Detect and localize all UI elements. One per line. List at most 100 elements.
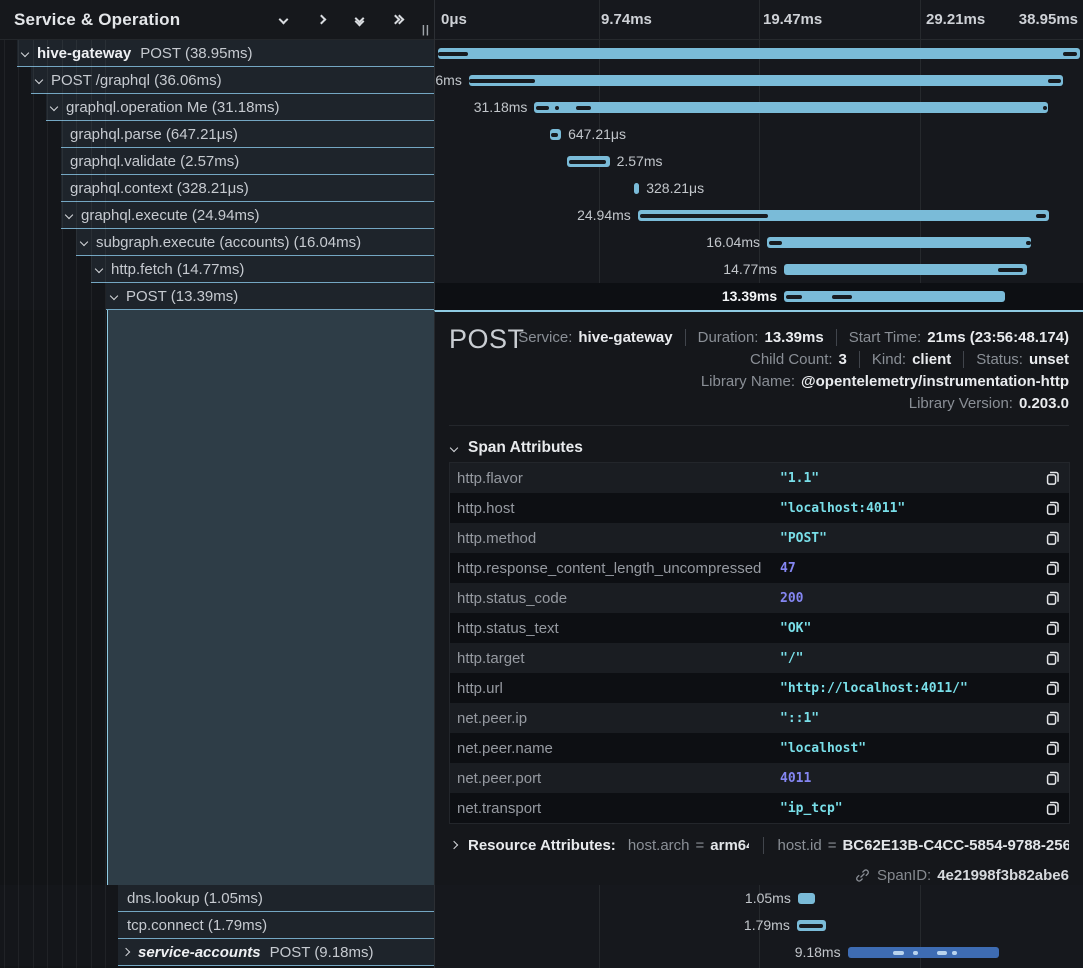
span-duration-bar[interactable]: [634, 183, 639, 194]
span-duration-bar[interactable]: [534, 102, 1048, 113]
chevron-down-icon[interactable]: [65, 211, 73, 219]
attribute-key: net.peer.port: [450, 770, 541, 787]
span-duration-bar[interactable]: [638, 210, 1049, 221]
chevron-down-icon[interactable]: [80, 238, 88, 246]
panel-resizer-handle[interactable]: ||: [422, 24, 430, 36]
meta-value: 21ms (23:56:48.174): [927, 329, 1069, 346]
chevron-down-icon[interactable]: [21, 49, 29, 57]
span-tree-row[interactable]: subgraph.execute (accounts) (16.04ms): [0, 229, 434, 256]
span-duration-bar[interactable]: [797, 920, 827, 931]
waterfall-row[interactable]: 647.21μs: [435, 121, 1083, 148]
meta-label: Duration:: [698, 329, 759, 346]
copy-value-icon[interactable]: [1044, 710, 1060, 726]
span-tree-row[interactable]: graphql.operation Me (31.18ms): [0, 94, 434, 121]
waterfall-row[interactable]: 9.18ms: [435, 939, 1083, 966]
span-tree-row[interactable]: dns.lookup (1.05ms): [0, 885, 434, 912]
double-chevron-down-icon[interactable]: [350, 11, 368, 29]
child-span-mark: [1063, 52, 1077, 56]
resource-attributes-toggle[interactable]: Resource Attributes: host.arch=arm64 hos…: [451, 833, 1069, 857]
span-tree-row-content: POST /graphql (36.06ms): [31, 67, 434, 94]
span-duration-bar[interactable]: [438, 48, 1080, 59]
span-tree-row[interactable]: tcp.connect (1.79ms): [0, 912, 434, 939]
copy-value-icon[interactable]: [1044, 560, 1060, 576]
copy-value-icon[interactable]: [1044, 680, 1060, 696]
span-meta: Service:hive-gateway Duration:13.39ms St…: [518, 326, 1069, 414]
attribute-row: http.target"/": [450, 643, 1069, 673]
copy-value-icon[interactable]: [1044, 650, 1060, 666]
resource-key: host.arch: [628, 837, 690, 854]
service-name: service-accounts: [138, 944, 261, 961]
copy-value-icon[interactable]: [1044, 620, 1060, 636]
span-id-value: 4e21998f3b82abe6: [937, 867, 1069, 884]
child-span-mark: [786, 295, 802, 299]
span-tree-row[interactable]: graphql.validate (2.57ms): [0, 148, 434, 175]
attribute-value: "OK": [780, 621, 811, 636]
copy-value-icon[interactable]: [1044, 530, 1060, 546]
span-tree-row-content: tcp.connect (1.79ms): [118, 912, 434, 939]
waterfall-row[interactable]: 36.06ms: [435, 67, 1083, 94]
waterfall-row[interactable]: 31.18ms: [435, 94, 1083, 121]
chevron-down-icon[interactable]: [110, 292, 118, 300]
span-tree-row[interactable]: service-accountsPOST (9.18ms): [0, 939, 434, 966]
span-tree-row-content: subgraph.execute (accounts) (16.04ms): [76, 229, 434, 256]
span-duration-bar[interactable]: [567, 156, 609, 167]
span-duration-bar[interactable]: [469, 75, 1063, 86]
span-duration-bar[interactable]: [784, 291, 1005, 302]
chevron-right-icon: [450, 841, 458, 849]
span-attributes-toggle[interactable]: Span Attributes: [451, 439, 583, 457]
span-tree-row[interactable]: POST /graphql (36.06ms): [0, 67, 434, 94]
attribute-key: http.target: [450, 650, 525, 667]
waterfall-row[interactable]: 16.04ms: [435, 229, 1083, 256]
attribute-row: http.flavor"1.1": [450, 463, 1069, 493]
waterfall-row[interactable]: 13.39ms: [435, 283, 1083, 310]
chevron-down-icon[interactable]: [50, 103, 58, 111]
copy-value-icon[interactable]: [1044, 470, 1060, 486]
span-tree-row[interactable]: http.fetch (14.77ms): [0, 256, 434, 283]
selected-span-region[interactable]: [107, 310, 434, 885]
span-duration-bar[interactable]: [784, 264, 1027, 275]
waterfall-row[interactable]: 14.77ms: [435, 256, 1083, 283]
chevron-down-icon[interactable]: [95, 265, 103, 273]
chevron-right-icon[interactable]: [122, 948, 130, 956]
attribute-key: net.peer.name: [450, 740, 553, 757]
waterfall-row[interactable]: 2.57ms: [435, 148, 1083, 175]
attribute-row: http.response_content_length_uncompresse…: [450, 553, 1069, 583]
waterfall-row[interactable]: 1.05ms: [435, 885, 1083, 912]
meta-label: Status:: [976, 351, 1023, 368]
attribute-value: 4011: [780, 771, 811, 786]
chevron-down-icon[interactable]: [35, 76, 43, 84]
span-tree-row[interactable]: hive-gatewayPOST (38.95ms): [0, 40, 434, 67]
span-duration-bar[interactable]: [798, 893, 815, 904]
waterfall-row[interactable]: 1.79ms: [435, 912, 1083, 939]
equals-sign: =: [828, 837, 837, 854]
attribute-key: http.response_content_length_uncompresse…: [450, 560, 761, 577]
attribute-value: "::1": [780, 711, 819, 726]
chevron-down-icon[interactable]: [274, 11, 292, 29]
span-tree-row[interactable]: graphql.context (328.21μs): [0, 175, 434, 202]
attribute-value: "localhost:4011": [780, 501, 905, 516]
operation-name: dns.lookup (1.05ms): [127, 890, 263, 907]
span-attributes-table: http.flavor"1.1"http.host"localhost:4011…: [449, 462, 1070, 824]
chevron-right-icon[interactable]: [312, 11, 330, 29]
waterfall-row[interactable]: 328.21μs: [435, 175, 1083, 202]
copy-value-icon[interactable]: [1044, 770, 1060, 786]
child-span-mark: [832, 295, 852, 299]
child-span-mark: [1036, 214, 1046, 218]
span-tree-row[interactable]: graphql.parse (647.21μs): [0, 121, 434, 148]
link-icon[interactable]: [855, 868, 870, 883]
copy-value-icon[interactable]: [1044, 800, 1060, 816]
waterfall-row[interactable]: [435, 40, 1083, 67]
copy-value-icon[interactable]: [1044, 590, 1060, 606]
copy-value-icon[interactable]: [1044, 740, 1060, 756]
span-tree-row-content: hive-gatewayPOST (38.95ms): [17, 40, 434, 67]
copy-value-icon[interactable]: [1044, 500, 1060, 516]
attribute-key: net.peer.ip: [450, 710, 527, 727]
span-duration-bar[interactable]: [848, 947, 999, 958]
double-chevron-right-icon[interactable]: [388, 11, 406, 29]
operation-name: tcp.connect (1.79ms): [127, 917, 267, 934]
waterfall-row[interactable]: 24.94ms: [435, 202, 1083, 229]
span-duration-bar[interactable]: [767, 237, 1031, 248]
span-tree-row[interactable]: graphql.execute (24.94ms): [0, 202, 434, 229]
span-duration-bar[interactable]: [550, 129, 561, 140]
span-tree-row[interactable]: POST (13.39ms): [0, 283, 434, 310]
